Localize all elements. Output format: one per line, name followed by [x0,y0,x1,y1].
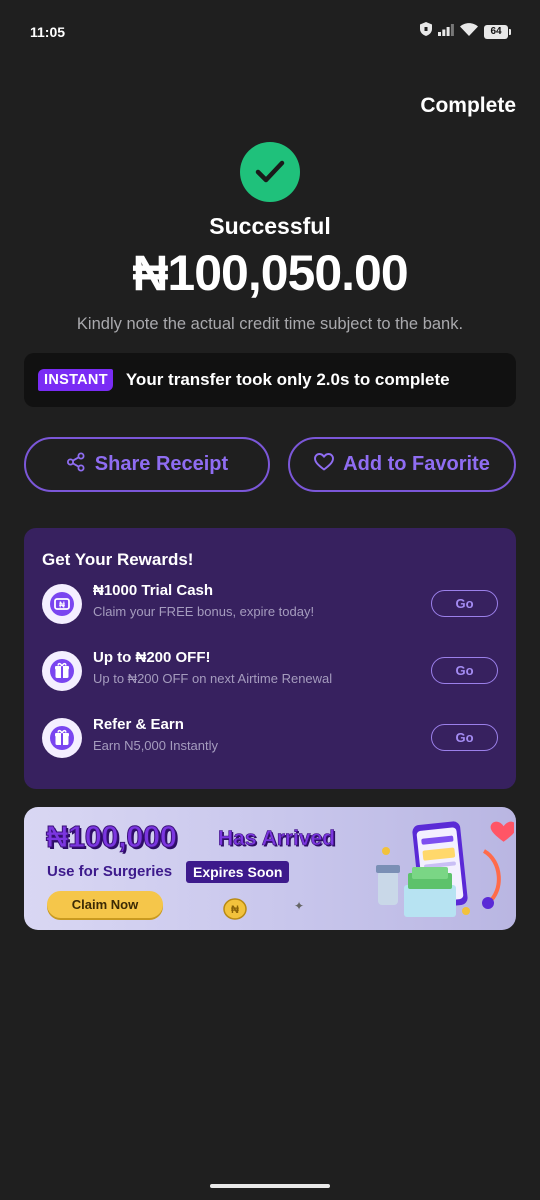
promo-banner[interactable]: ₦100,000 Has Arrived Use for Surgeries E… [24,807,516,930]
claim-now-button[interactable]: Claim Now [47,891,163,918]
reward-title: Refer & Earn [93,716,184,733]
share-icon [66,452,86,478]
banner-arrived-text: Has Arrived [218,827,336,851]
sparkle-icon: ✦ [294,899,305,913]
go-button[interactable]: Go [431,590,498,617]
reward-title: Up to ₦200 OFF! [93,649,211,666]
share-receipt-label: Share Receipt [94,453,229,475]
status-bar: 11:05 64 [0,0,540,60]
success-check-icon [240,142,300,202]
status-time: 11:05 [30,24,66,40]
rewards-title: Get Your Rewards! [42,550,194,569]
banner-use-text: Use for Surgeries [47,863,173,880]
transfer-amount: ₦100,050.00 [132,245,408,301]
reward-item-airtime-discount[interactable]: Up to ₦200 OFF! Up to ₦200 OFF on next A… [42,649,498,693]
coin-icon: ₦ [222,897,248,926]
credit-time-note: Kindly note the actual credit time subje… [76,315,464,333]
rewards-card: Get Your Rewards! ₦ ₦1000 Trial Cash Cla… [24,528,516,789]
reward-item-refer-earn[interactable]: Refer & Earn Earn N5,000 Instantly Go [42,716,498,760]
instant-transfer-bar: INSTANT Your transfer took only 2.0s to … [24,353,516,407]
cash-coupon-icon: ₦ [42,584,82,624]
instant-text: Your transfer took only 2.0s to complete [125,370,450,389]
health-phone-illustration [364,811,516,927]
add-to-favorite-label: Add to Favorite [343,453,490,475]
svg-text:₦: ₦ [59,600,65,609]
reward-item-trial-cash[interactable]: ₦ ₦1000 Trial Cash Claim your FREE bonus… [42,582,498,626]
go-button[interactable]: Go [431,724,498,751]
home-indicator[interactable] [210,1184,330,1188]
reward-subtitle: Up to ₦200 OFF on next Airtime Renewal [93,671,333,686]
gift-box-icon [42,718,82,758]
gift-box-icon [42,651,82,691]
banner-amount: ₦100,000 [45,819,177,855]
vpn-shield-icon [420,22,432,41]
add-to-favorite-button[interactable]: Add to Favorite [288,437,516,492]
svg-text:₦: ₦ [231,904,239,916]
banner-expires-badge: Expires Soon [186,861,290,883]
reward-title: ₦1000 Trial Cash [93,582,214,599]
reward-subtitle: Claim your FREE bonus, expire today! [93,604,315,619]
wifi-icon [460,22,478,41]
share-receipt-button[interactable]: Share Receipt [24,437,270,492]
heart-icon [314,452,335,477]
battery-icon: 64 [484,24,511,39]
instant-badge: INSTANT [38,369,113,391]
status-icons: 64 [420,22,511,41]
signal-icon [438,23,454,41]
complete-button[interactable]: Complete [420,94,516,118]
reward-subtitle: Earn N5,000 Instantly [93,738,219,753]
success-title: Successful [209,213,331,239]
go-button[interactable]: Go [431,657,498,684]
